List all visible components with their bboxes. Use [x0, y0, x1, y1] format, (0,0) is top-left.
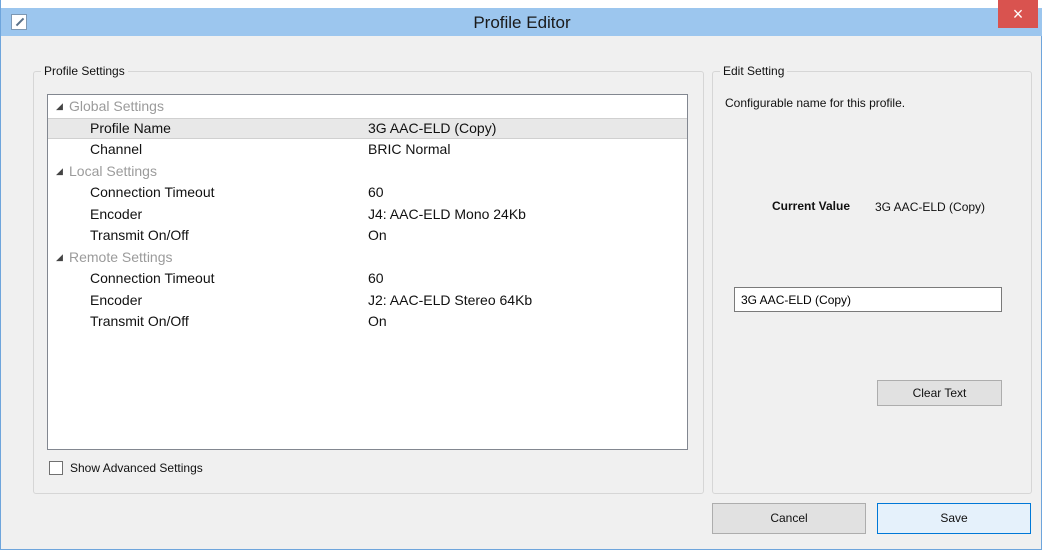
- show-advanced-label: Show Advanced Settings: [70, 461, 203, 475]
- edit-setting-group: Edit Setting: [712, 64, 1032, 494]
- property-value: 3G AAC-ELD (Copy): [368, 119, 497, 136]
- current-value: 3G AAC-ELD (Copy): [875, 200, 986, 214]
- category-row[interactable]: ◢ Global Settings: [48, 96, 687, 117]
- category-row[interactable]: ◢ Remote Settings: [48, 247, 687, 268]
- property-name: Transmit On/Off: [90, 313, 189, 329]
- property-name: Encoder: [90, 291, 143, 308]
- current-value-label: Current Value: [772, 199, 851, 213]
- property-value: On: [368, 313, 387, 329]
- expand-triangle-icon[interactable]: ◢: [56, 161, 63, 182]
- setting-description: Configurable name for this profile.: [725, 96, 906, 110]
- category-label: Remote Settings: [69, 248, 173, 265]
- property-row[interactable]: Encoder J2: AAC-ELD Stereo 64Kb: [48, 290, 687, 311]
- property-value: 60: [368, 270, 384, 286]
- save-button[interactable]: Save: [877, 503, 1031, 534]
- profile-settings-label: Profile Settings: [41, 64, 128, 78]
- category-label: Global Settings: [69, 98, 164, 114]
- property-name: Encoder: [90, 205, 143, 222]
- property-name: Connection Timeout: [90, 184, 215, 200]
- property-row[interactable]: Encoder J4: AAC-ELD Mono 24Kb: [48, 204, 687, 225]
- property-row[interactable]: Connection Timeout 60: [48, 268, 687, 289]
- property-name: Connection Timeout: [90, 270, 215, 286]
- window-title: Profile Editor: [473, 13, 571, 32]
- expand-triangle-icon[interactable]: ◢: [56, 96, 63, 117]
- show-advanced-checkbox[interactable]: [49, 461, 63, 475]
- category-label: Local Settings: [69, 162, 157, 179]
- setting-value-input[interactable]: [734, 287, 1002, 312]
- profile-editor-window: Profile Editor × Profile Settings ◢ Globa…: [0, 0, 1042, 550]
- settings-property-grid[interactable]: ◢ Global Settings Profile Name 3G AAC-ELD (…: [47, 94, 688, 450]
- edit-setting-label: Edit Setting: [720, 64, 788, 78]
- clear-text-button[interactable]: Clear Text: [877, 380, 1002, 406]
- property-value: 60: [368, 184, 384, 200]
- property-value: J4: AAC-ELD Mono 24Kb: [368, 205, 526, 222]
- cancel-button[interactable]: Cancel: [712, 503, 866, 534]
- close-button[interactable]: ×: [998, 0, 1038, 28]
- property-name: Transmit On/Off: [90, 227, 189, 243]
- property-value: On: [368, 227, 387, 243]
- expand-triangle-icon[interactable]: ◢: [56, 247, 63, 268]
- property-row[interactable]: Transmit On/Off On: [48, 225, 687, 246]
- title-bar: Profile Editor ×: [1, 0, 1042, 36]
- property-name: Profile Name: [90, 119, 171, 136]
- property-row[interactable]: Transmit On/Off On: [48, 311, 687, 332]
- property-row[interactable]: Profile Name 3G AAC-ELD (Copy): [48, 117, 687, 139]
- property-row[interactable]: Channel BRIC Normal: [48, 139, 687, 160]
- property-value: J2: AAC-ELD Stereo 64Kb: [368, 291, 533, 308]
- category-row[interactable]: ◢ Local Settings: [48, 161, 687, 182]
- property-row[interactable]: Connection Timeout 60: [48, 182, 687, 203]
- property-name: Channel: [90, 141, 143, 157]
- property-value: BRIC Normal: [368, 141, 451, 157]
